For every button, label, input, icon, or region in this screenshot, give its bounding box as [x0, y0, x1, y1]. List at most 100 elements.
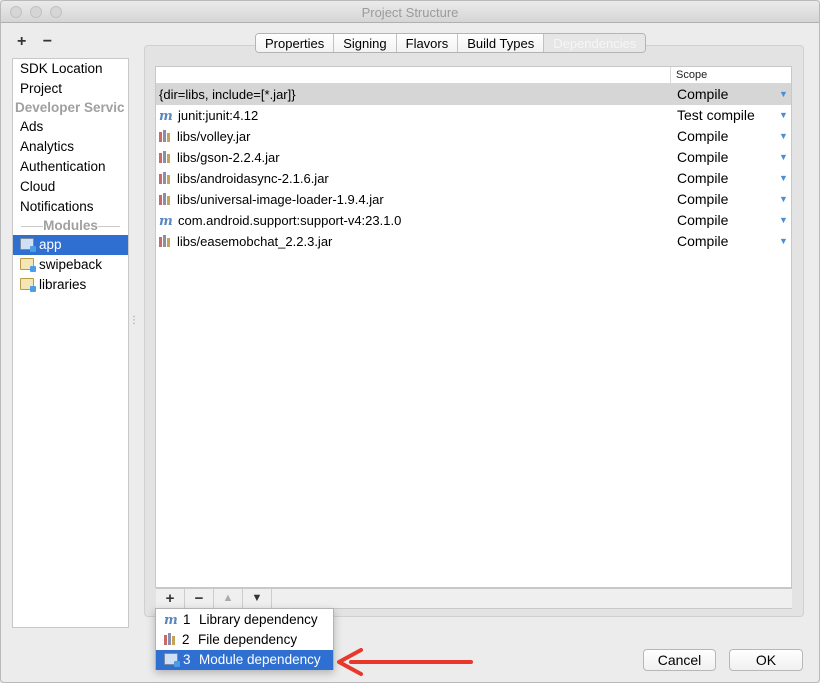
- sidebar-item-notifications[interactable]: Notifications: [13, 197, 128, 217]
- scope-dropdown-arrow-icon[interactable]: ▼: [779, 84, 788, 105]
- sidebar-item-label: swipeback: [39, 257, 103, 272]
- menu-item-file-dependency[interactable]: 2 File dependency: [156, 630, 333, 650]
- dependency-scope[interactable]: Compile: [677, 231, 728, 252]
- tab-flavors[interactable]: Flavors: [396, 34, 459, 52]
- sidebar-item-cloud[interactable]: Cloud: [13, 177, 128, 197]
- dependency-scope[interactable]: Compile: [677, 210, 728, 231]
- dependency-scope[interactable]: Compile: [677, 126, 728, 147]
- tab-properties[interactable]: Properties: [256, 34, 335, 52]
- menu-item-label: Module dependency: [199, 652, 321, 667]
- sidebar: SDK Location Project Developer Servic Ad…: [12, 58, 129, 628]
- menu-item-number: 2: [182, 632, 190, 647]
- module-icon: [164, 653, 180, 667]
- column-header-scope[interactable]: Scope: [670, 67, 707, 84]
- sidebar-item-label: Ads: [20, 119, 44, 134]
- table-row[interactable]: libs/androidasync-2.1.6.jar Compile ▼: [156, 168, 791, 189]
- annotation-arrow-icon: [337, 648, 473, 676]
- dependency-name: libs/volley.jar: [177, 129, 251, 144]
- dependencies-toolbar: + − ▲ ▼: [156, 588, 792, 609]
- scope-dropdown-arrow-icon[interactable]: ▼: [779, 210, 788, 231]
- window-title: Project Structure: [361, 5, 459, 20]
- jar-icon: [159, 151, 172, 163]
- tab-signing[interactable]: Signing: [334, 34, 397, 52]
- module-icon: [20, 278, 36, 292]
- sidebar-item-label: app: [39, 237, 62, 252]
- module-icon: [20, 238, 36, 252]
- sidebar-item-project[interactable]: Project: [13, 79, 128, 99]
- maven-icon: m: [164, 613, 178, 628]
- sidebar-item-label: Notifications: [20, 199, 94, 214]
- dependency-name: libs/easemobchat_2.2.3.jar: [177, 234, 333, 249]
- dependency-scope[interactable]: Compile: [677, 168, 728, 189]
- splitter-handle[interactable]: ⋮: [129, 316, 139, 333]
- sidebar-item-label: SDK Location: [20, 61, 103, 76]
- table-row[interactable]: m junit:junit:4.12 Test compile ▼: [156, 105, 791, 126]
- dependency-scope[interactable]: Compile: [677, 147, 728, 168]
- menu-item-label: File dependency: [198, 632, 298, 647]
- table-header: Scope: [156, 67, 791, 84]
- ok-button[interactable]: OK: [729, 649, 803, 671]
- dependency-name: libs/universal-image-loader-1.9.4.jar: [177, 192, 384, 207]
- sidebar-item-analytics[interactable]: Analytics: [13, 137, 128, 157]
- tab-build-types[interactable]: Build Types: [458, 34, 545, 52]
- move-up-button[interactable]: ▲: [214, 589, 243, 609]
- sidebar-item-sdk-location[interactable]: SDK Location: [13, 59, 128, 79]
- sidebar-item-libraries[interactable]: libraries: [13, 275, 128, 295]
- sidebar-remove-button[interactable]: −: [43, 33, 52, 50]
- sidebar-item-authentication[interactable]: Authentication: [13, 157, 128, 177]
- jar-icon: [164, 633, 177, 645]
- sidebar-item-app[interactable]: app: [13, 235, 128, 255]
- scope-dropdown-arrow-icon[interactable]: ▼: [779, 147, 788, 168]
- menu-item-number: 3: [183, 652, 191, 667]
- sidebar-item-label: Authentication: [20, 159, 106, 174]
- add-dependency-menu: m 1 Library dependency 2 File dependency 3M…: [155, 608, 334, 670]
- sidebar-add-button[interactable]: +: [17, 33, 26, 50]
- sidebar-item-ads[interactable]: Ads: [13, 117, 128, 137]
- tab-bar: Properties Signing Flavors Build Types D…: [255, 33, 647, 53]
- dependencies-table: Scope {dir=libs, include=[*.jar]} Compil…: [155, 66, 792, 588]
- dependency-name: junit:junit:4.12: [178, 108, 259, 123]
- dependency-scope[interactable]: Test compile: [677, 105, 755, 126]
- sidebar-item-swipeback[interactable]: swipeback: [13, 255, 128, 275]
- move-down-button[interactable]: ▼: [243, 589, 272, 609]
- table-row[interactable]: libs/volley.jar Compile ▼: [156, 126, 791, 147]
- title-bar: Project Structure: [1, 1, 819, 23]
- sidebar-toolbar: + −: [17, 33, 64, 51]
- table-row[interactable]: libs/gson-2.2.4.jar Compile ▼: [156, 147, 791, 168]
- table-row[interactable]: libs/universal-image-loader-1.9.4.jar Co…: [156, 189, 791, 210]
- sidebar-item-label: libraries: [39, 277, 87, 292]
- sidebar-header-label: Developer Servic: [15, 100, 125, 115]
- table-row[interactable]: libs/easemobchat_2.2.3.jar Compile ▼: [156, 231, 791, 252]
- sidebar-section-modules: Modules: [13, 216, 128, 236]
- menu-item-module-dependency[interactable]: 3 Module dependency: [156, 650, 333, 670]
- sidebar-item-label: Project: [20, 81, 63, 96]
- sidebar-section-label: Modules: [43, 218, 98, 233]
- remove-dependency-button[interactable]: −: [185, 589, 214, 609]
- jar-icon: [159, 130, 172, 142]
- cancel-button[interactable]: Cancel: [643, 649, 716, 671]
- menu-item-label: Library dependency: [199, 612, 318, 627]
- maven-icon: m: [159, 214, 173, 229]
- dependency-scope[interactable]: Compile: [677, 189, 728, 210]
- scope-dropdown-arrow-icon[interactable]: ▼: [779, 231, 788, 252]
- jar-icon: [159, 193, 172, 205]
- menu-item-library-dependency[interactable]: m 1 Library dependency: [156, 610, 333, 630]
- add-dependency-button[interactable]: +: [156, 589, 185, 609]
- jar-icon: [159, 172, 172, 184]
- project-structure-window: Project Structure + − SDK Location Proje…: [0, 0, 820, 683]
- table-row[interactable]: m com.android.support:support-v4:23.1.0 C…: [156, 210, 791, 231]
- dependency-scope[interactable]: Compile: [677, 84, 728, 105]
- tab-dependencies[interactable]: Dependencies: [544, 34, 646, 52]
- module-icon: [20, 258, 36, 272]
- scope-dropdown-arrow-icon[interactable]: ▼: [779, 126, 788, 147]
- jar-icon: [159, 235, 172, 247]
- dependency-name: libs/gson-2.2.4.jar: [177, 150, 280, 165]
- sidebar-item-label: Cloud: [20, 179, 56, 194]
- dependency-name: {dir=libs, include=[*.jar]}: [159, 87, 296, 102]
- scope-dropdown-arrow-icon[interactable]: ▼: [779, 105, 788, 126]
- maven-icon: m: [159, 109, 173, 124]
- scope-dropdown-arrow-icon[interactable]: ▼: [779, 168, 788, 189]
- table-row[interactable]: {dir=libs, include=[*.jar]} Compile ▼: [156, 84, 791, 105]
- dependency-name: libs/androidasync-2.1.6.jar: [177, 171, 329, 186]
- scope-dropdown-arrow-icon[interactable]: ▼: [779, 189, 788, 210]
